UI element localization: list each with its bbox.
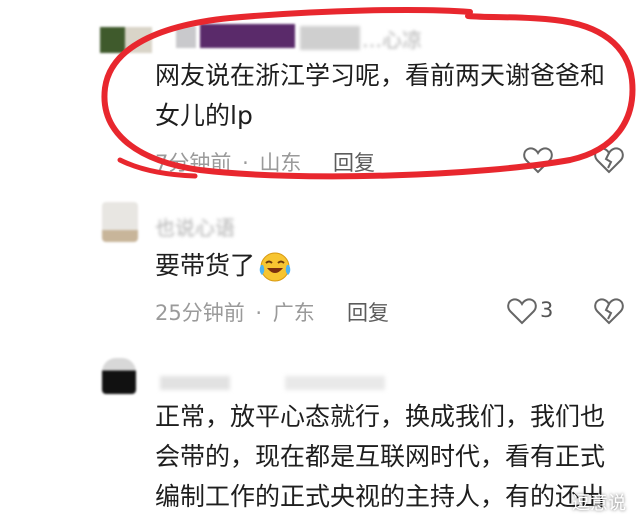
crying-laughing-emoji-icon	[259, 252, 291, 282]
comment-text-line: 会带的，现在都是互联网时代，看有正式	[155, 442, 606, 471]
red-circle-annotation	[101, 7, 636, 180]
comment-meta: 25分钟前 · 广东	[155, 297, 315, 327]
dislike-heart-icon[interactable]	[594, 297, 624, 325]
comment-text-line: 正常，放平心态就行，换成我们，我们也	[155, 402, 606, 431]
watermark: 逗意说	[572, 493, 626, 514]
avatar[interactable]	[102, 202, 138, 242]
reply-button[interactable]: 回复	[347, 297, 389, 327]
comment-time: 25分钟前	[155, 301, 245, 325]
avatar[interactable]	[102, 358, 136, 394]
username-blurred[interactable]	[160, 376, 230, 390]
comment-location: 广东	[272, 301, 315, 325]
like-count: 3	[540, 298, 554, 322]
heart-icon[interactable]	[507, 297, 537, 325]
username-blurred	[285, 376, 385, 390]
comment-text: 要带货了	[155, 246, 293, 286]
comment-text-line: 要带货了	[155, 251, 256, 280]
comment-text: 正常，放平心态就行，换成我们，我们也 会带的，现在都是互联网时代，看有正式 编制…	[155, 397, 605, 517]
meta-separator: ·	[255, 301, 263, 325]
username[interactable]: 也说心语	[155, 212, 235, 241]
comment-text-line: 编制工作的正式央视的主持人，有的还出	[155, 482, 606, 511]
